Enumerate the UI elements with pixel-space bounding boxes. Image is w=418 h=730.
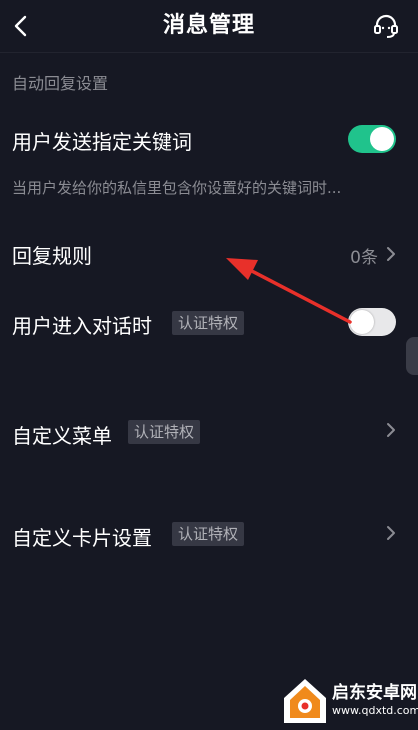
watermark-title: 启东安卓网 <box>332 683 417 703</box>
enter-chat-label: 用户进入对话时 <box>12 314 152 338</box>
keyword-reply-description: 当用户发给你的私信里包含你设置好的关键词时... <box>12 179 342 197</box>
chevron-right-icon <box>387 247 395 261</box>
reply-rules-label: 回复规则 <box>12 244 92 268</box>
chevron-right-icon <box>387 526 395 540</box>
reply-rules-count: 0条 <box>350 248 378 268</box>
verified-privilege-badge: 认证特权 <box>172 522 245 546</box>
enter-chat-toggle[interactable] <box>348 308 396 336</box>
annotation-arrow <box>226 258 352 324</box>
custom-menu-label: 自定义菜单 <box>12 424 112 448</box>
headset-icon[interactable] <box>372 12 400 40</box>
verified-privilege-badge: 认证特权 <box>128 420 201 444</box>
page-title: 消息管理 <box>162 13 255 38</box>
keyword-reply-toggle[interactable] <box>348 125 396 153</box>
navigation-bar: 消息管理 <box>0 0 418 53</box>
toggle-knob <box>350 310 374 334</box>
custom-card-label: 自定义卡片设置 <box>12 526 152 550</box>
verified-privilege-badge: 认证特权 <box>172 311 245 335</box>
keyword-reply-label: 用户发送指定关键词 <box>12 130 192 154</box>
watermark-url: www.qdxtd.com <box>332 704 418 717</box>
auto-reply-section-title: 自动回复设置 <box>12 74 109 93</box>
toggle-knob <box>370 127 394 151</box>
chevron-right-icon <box>387 423 395 437</box>
site-watermark: 启东安卓网 www.qdxtd.com <box>280 674 418 728</box>
side-drawer-handle[interactable] <box>406 337 418 375</box>
watermark-logo <box>284 679 326 723</box>
